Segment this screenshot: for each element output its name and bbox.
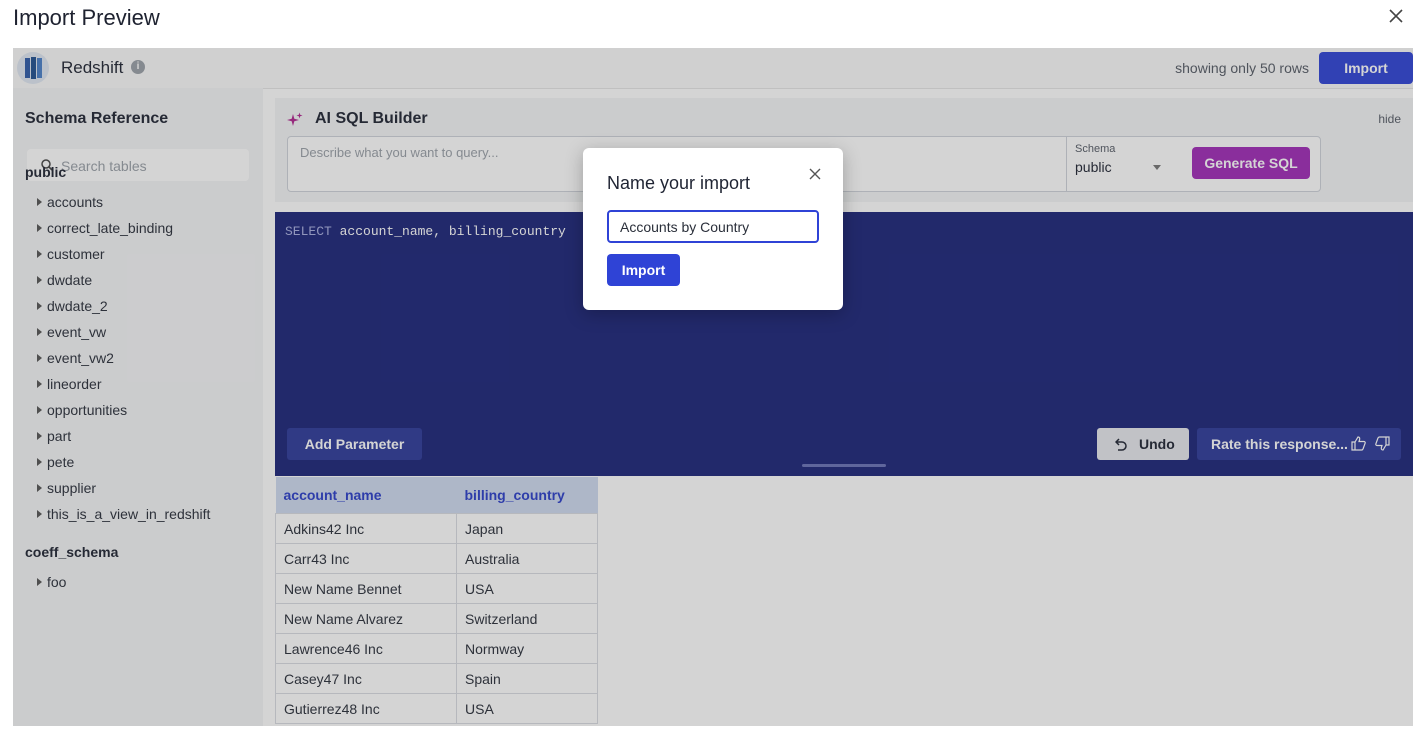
confirm-import-button[interactable]: Import [607,254,680,286]
close-icon[interactable] [1386,6,1406,26]
import-name-input[interactable] [607,210,819,243]
dialog-title: Name your import [607,173,751,193]
page-title: Import Preview [13,5,160,30]
name-import-dialog: Name your import Import [583,148,843,310]
close-icon[interactable] [807,166,823,182]
